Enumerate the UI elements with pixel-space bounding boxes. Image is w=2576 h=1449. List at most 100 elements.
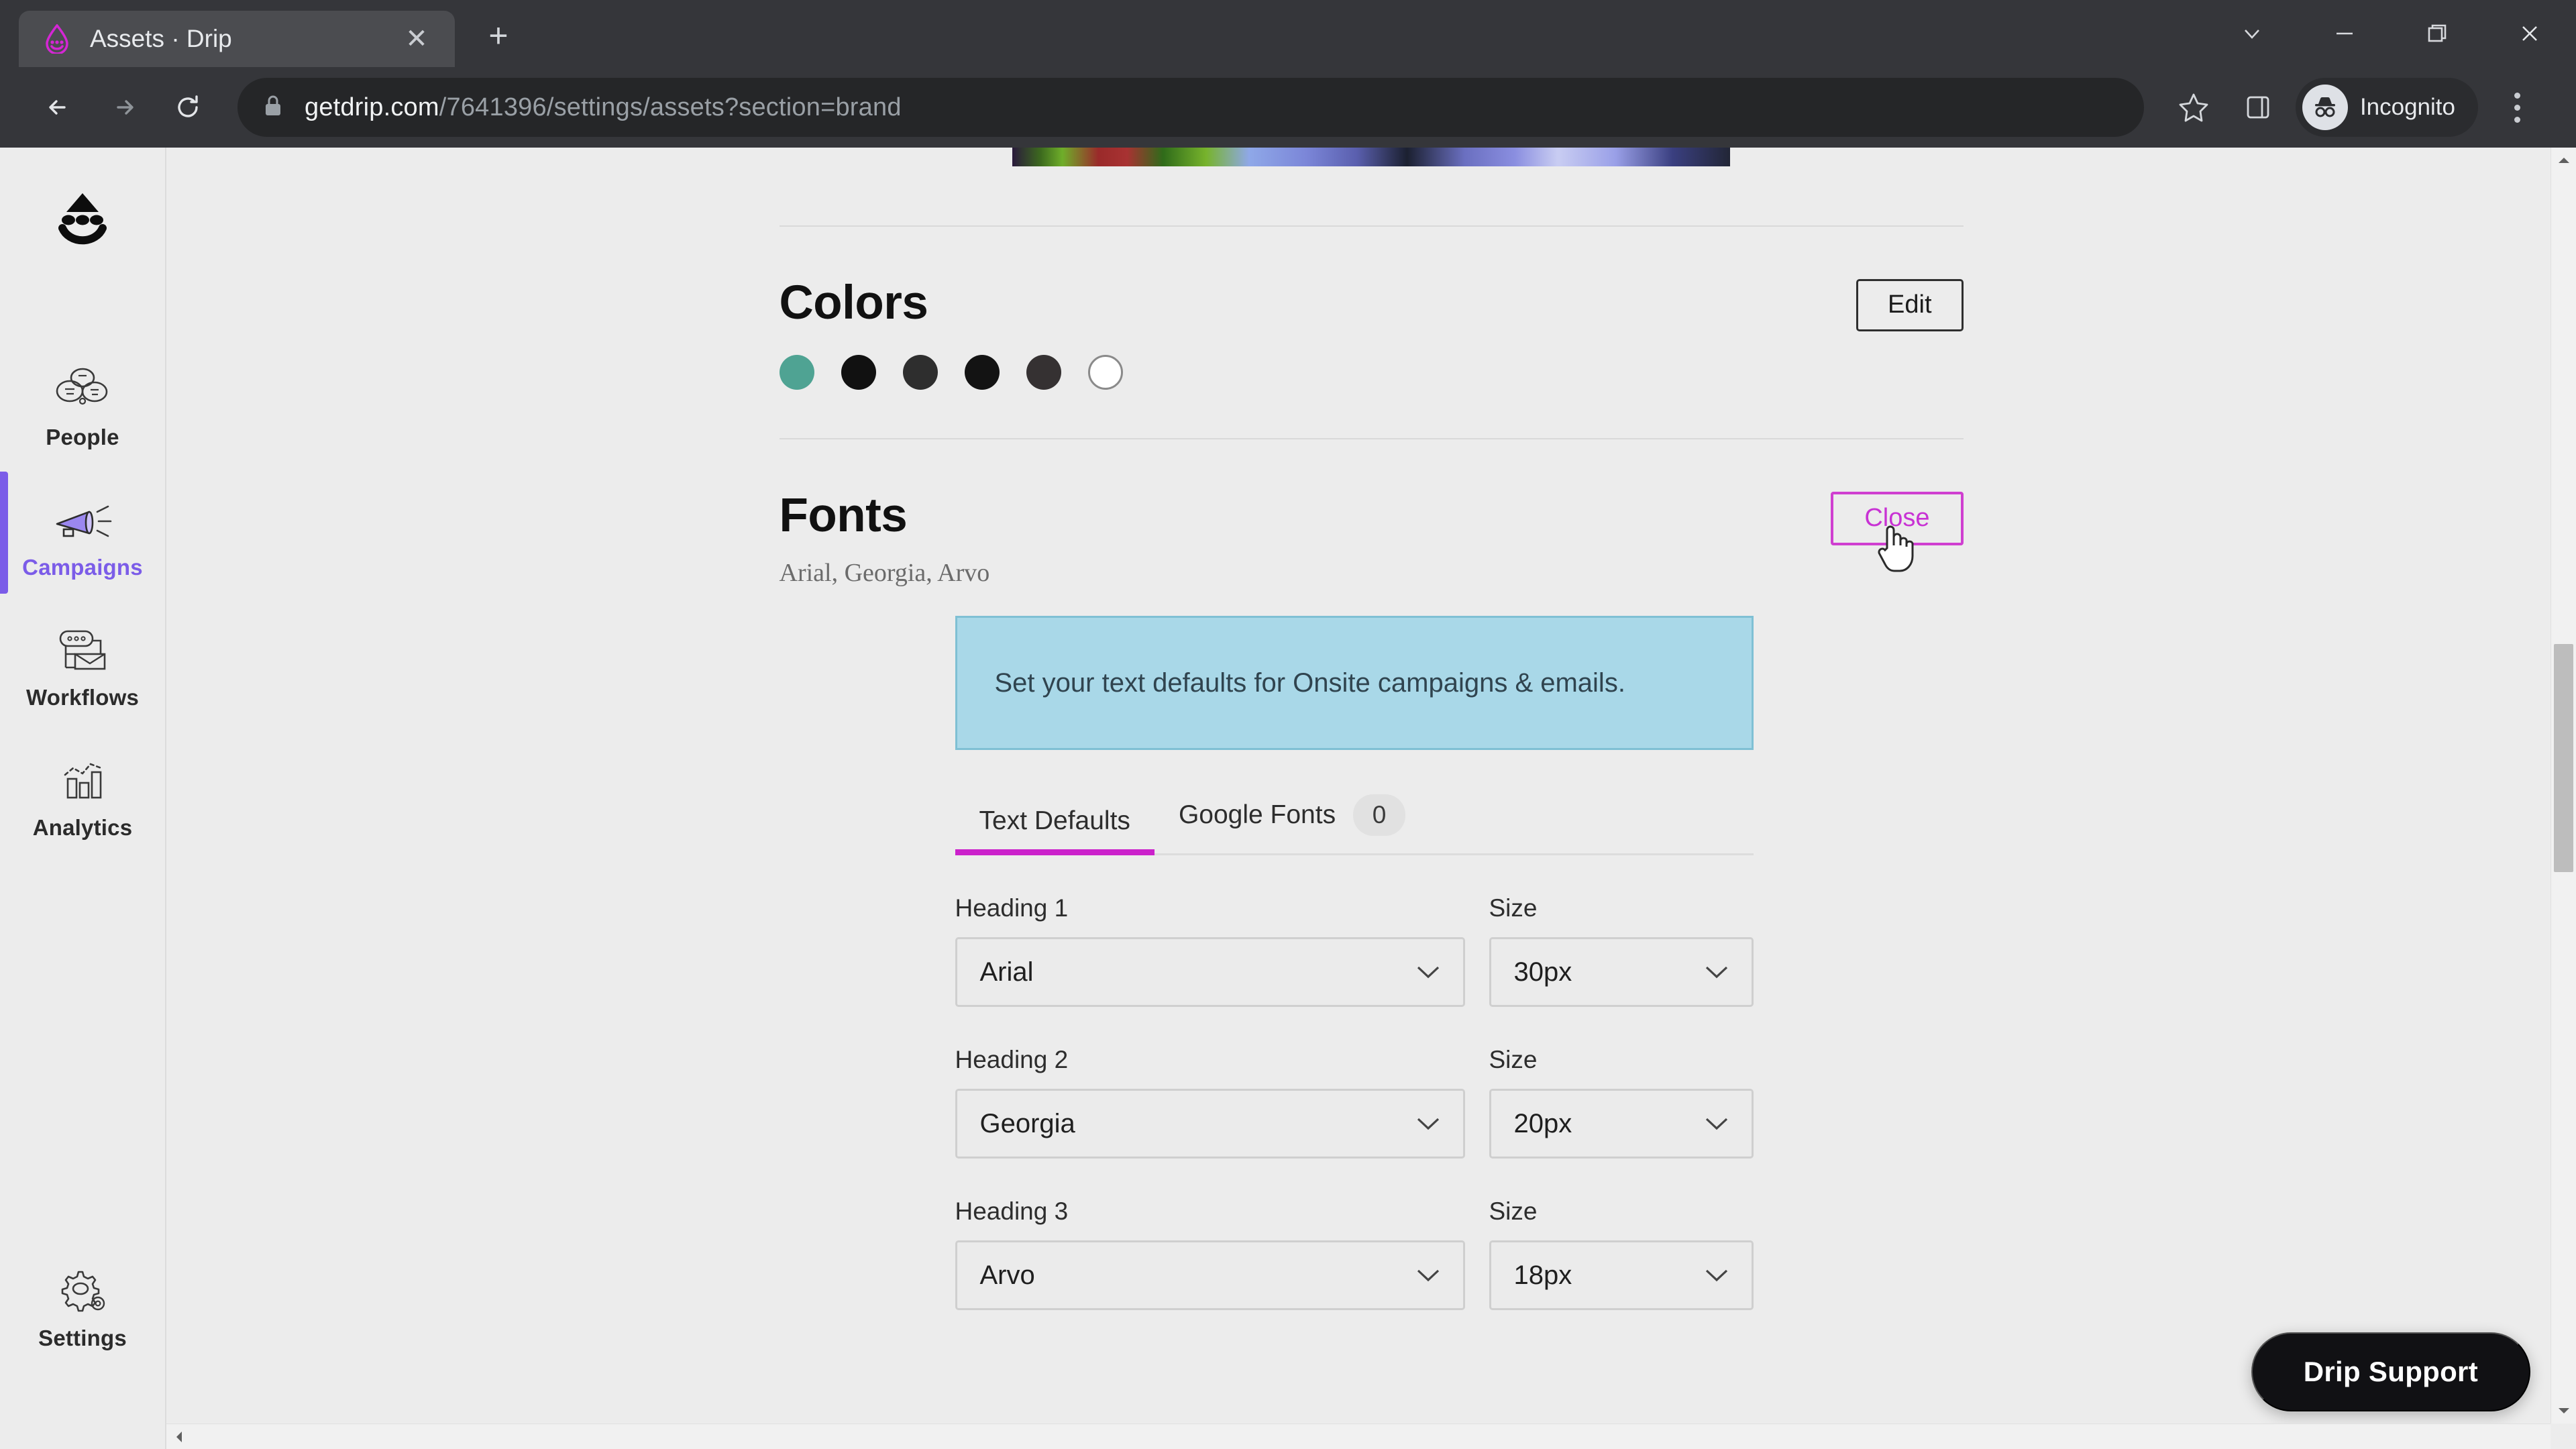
horizontal-scrollbar[interactable]	[166, 1424, 2551, 1449]
sidebar-item-campaigns[interactable]: Campaigns	[0, 468, 166, 598]
tab-label: Text Defaults	[979, 806, 1130, 835]
heading1-font-select[interactable]: Arial	[955, 937, 1465, 1007]
star-icon[interactable]	[2161, 75, 2226, 140]
app-sidebar: People Campaigns Workflows Analytics Set…	[0, 148, 166, 1449]
color-swatch[interactable]	[1026, 355, 1061, 390]
assets-settings-page: Colors Edit Fonts Arial, Georgia, Arvo C…	[166, 148, 2576, 1310]
workflow-icon	[51, 616, 114, 674]
sidebar-item-label: Workflows	[25, 685, 140, 710]
heading3-size-field: Size 18px	[1489, 1197, 1754, 1310]
profile-label: Incognito	[2359, 94, 2455, 120]
drip-smiley-logo[interactable]	[46, 189, 119, 257]
scroll-left-arrow-icon[interactable]	[166, 1430, 192, 1444]
url-path: /7641396/settings/assets?section=brand	[439, 93, 902, 121]
minimize-button[interactable]	[2298, 0, 2391, 67]
colors-header: Colors Edit	[779, 227, 1964, 438]
forward-button[interactable]	[91, 75, 156, 140]
tab-label: Google Fonts	[1178, 800, 1336, 829]
colors-edit-button[interactable]: Edit	[1856, 279, 1964, 331]
fonts-info-banner: Set your text defaults for Onsite campai…	[955, 616, 1754, 750]
fonts-subtitle: Arial, Georgia, Arvo	[779, 559, 990, 587]
profile-incognito-badge[interactable]: Incognito	[2295, 78, 2478, 137]
field-label: Heading 3	[955, 1197, 1069, 1225]
people-icon	[52, 356, 113, 414]
brand-image-preview-wrap	[166, 148, 2576, 166]
tab-search-button[interactable]	[2206, 0, 2298, 67]
sidebar-item-analytics[interactable]: Analytics	[0, 728, 166, 858]
sidebar-item-people[interactable]: People	[0, 337, 166, 468]
fonts-close-button[interactable]: Close	[1831, 492, 1964, 545]
heading3-font-select[interactable]: Arvo	[955, 1240, 1465, 1310]
sidebar-item-label: Settings	[38, 1326, 127, 1350]
tab-close-icon[interactable]: ✕	[401, 25, 432, 52]
sidebar-item-label: People	[46, 425, 119, 449]
sidebar-item-label: Campaigns	[22, 555, 143, 580]
tab-strip: Assets · Drip ✕ +	[0, 0, 2576, 67]
back-button[interactable]	[27, 75, 91, 140]
heading3-font-field: Heading 3 Arvo	[955, 1197, 1465, 1310]
incognito-icon	[2302, 85, 2348, 130]
color-swatch[interactable]	[841, 355, 876, 390]
fonts-title: Fonts	[779, 489, 908, 542]
address-bar[interactable]: getdrip.com/7641396/settings/assets?sect…	[237, 78, 2144, 137]
fonts-tabs: Text Defaults Google Fonts 0	[955, 777, 1754, 855]
chevron-down-icon	[1417, 1269, 1439, 1282]
field-label: Size	[1489, 894, 1538, 922]
heading2-font-field: Heading 2 Georgia	[955, 1046, 1465, 1159]
browser-tab[interactable]: Assets · Drip ✕	[19, 11, 455, 67]
heading3-size-select[interactable]: 18px	[1489, 1240, 1754, 1310]
maximize-restore-button[interactable]	[2391, 0, 2483, 67]
select-value: 20px	[1513, 1108, 1572, 1138]
sidebar-item-workflows[interactable]: Workflows	[0, 598, 166, 728]
field-label: Heading 1	[955, 894, 1069, 922]
tab-text-defaults[interactable]: Text Defaults	[955, 789, 1155, 855]
color-swatch[interactable]	[964, 355, 1000, 390]
sidebar-item-label: Analytics	[32, 815, 133, 840]
new-tab-button[interactable]: +	[478, 15, 519, 56]
page-content: Colors Edit Fonts Arial, Georgia, Arvo C…	[166, 148, 2576, 1449]
heading1-size-select[interactable]: 30px	[1489, 937, 1754, 1007]
chevron-down-icon	[1705, 1269, 1727, 1282]
page-viewport: People Campaigns Workflows Analytics Set…	[0, 148, 2576, 1449]
sidebar-item-settings[interactable]: Settings	[0, 1238, 166, 1368]
drip-logo-icon	[42, 23, 72, 54]
color-swatch[interactable]	[779, 355, 814, 390]
megaphone-icon	[50, 486, 115, 544]
fonts-close-wrap: Close	[1831, 492, 1964, 572]
kebab-menu-icon[interactable]	[2485, 75, 2549, 140]
field-label: Size	[1489, 1046, 1538, 1073]
select-value: Georgia	[979, 1108, 1075, 1138]
fonts-header: Fonts Arial, Georgia, Arvo Close	[780, 439, 1964, 588]
banner-text: Set your text defaults for Onsite campai…	[994, 667, 1625, 698]
google-fonts-count-badge: 0	[1353, 794, 1406, 836]
url-text: getdrip.com/7641396/settings/assets?sect…	[305, 93, 902, 122]
chevron-down-icon	[1417, 1118, 1439, 1130]
tab-google-fonts[interactable]: Google Fonts 0	[1155, 777, 1430, 853]
field-row-heading-3: Heading 3 Arvo Size 18px	[955, 1197, 1754, 1310]
close-window-button[interactable]	[2483, 0, 2576, 67]
fonts-panel: Set your text defaults for Onsite campai…	[955, 616, 1754, 1310]
select-value: 18px	[1513, 1260, 1572, 1290]
heading2-size-select[interactable]: 20px	[1489, 1089, 1754, 1159]
heading1-font-field: Heading 1 Arial	[955, 894, 1465, 1007]
vertical-scrollbar[interactable]	[2551, 148, 2576, 1424]
reload-button[interactable]	[156, 75, 220, 140]
field-label: Size	[1489, 1197, 1538, 1225]
scroll-up-arrow-icon[interactable]	[2551, 148, 2576, 173]
tab-title: Assets · Drip	[90, 25, 232, 52]
color-swatch[interactable]	[902, 355, 938, 390]
colors-title: Colors	[779, 276, 928, 329]
side-panel-icon[interactable]	[2226, 75, 2290, 140]
select-value: Arvo	[979, 1260, 1035, 1290]
color-swatch-list	[779, 355, 1123, 438]
field-label: Heading 2	[955, 1046, 1069, 1073]
brand-image-preview	[1012, 148, 1730, 166]
vertical-scrollbar-thumb[interactable]	[2554, 644, 2573, 872]
drip-support-button[interactable]: Drip Support	[2251, 1332, 2530, 1411]
scroll-down-arrow-icon[interactable]	[2551, 1398, 2576, 1424]
heading1-size-field: Size 30px	[1489, 894, 1754, 1007]
bar-chart-icon	[52, 747, 113, 804]
heading2-font-select[interactable]: Georgia	[955, 1089, 1465, 1159]
color-swatch[interactable]	[1087, 355, 1123, 390]
gear-icon	[52, 1257, 113, 1315]
